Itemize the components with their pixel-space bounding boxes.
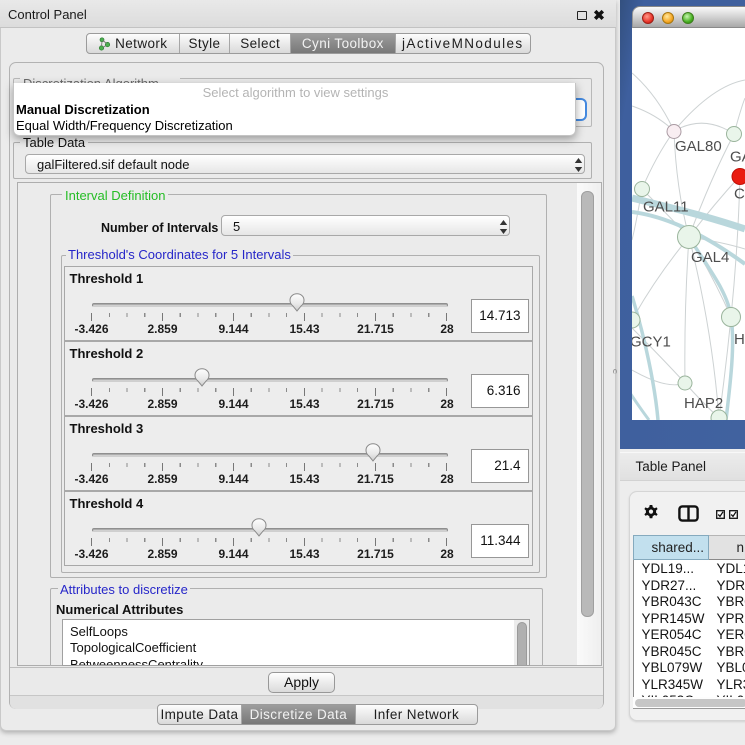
svg-text:HAP2: HAP2 [684, 395, 723, 412]
svg-text:H: H [734, 331, 745, 348]
svg-text:GAL11: GAL11 [643, 199, 689, 216]
svg-text:GAL80: GAL80 [675, 138, 722, 155]
svg-text:GA: GA [730, 149, 745, 166]
svg-text:C: C [734, 186, 745, 203]
svg-text:GAL4: GAL4 [691, 249, 729, 266]
svg-text:GCY1: GCY1 [632, 334, 671, 351]
